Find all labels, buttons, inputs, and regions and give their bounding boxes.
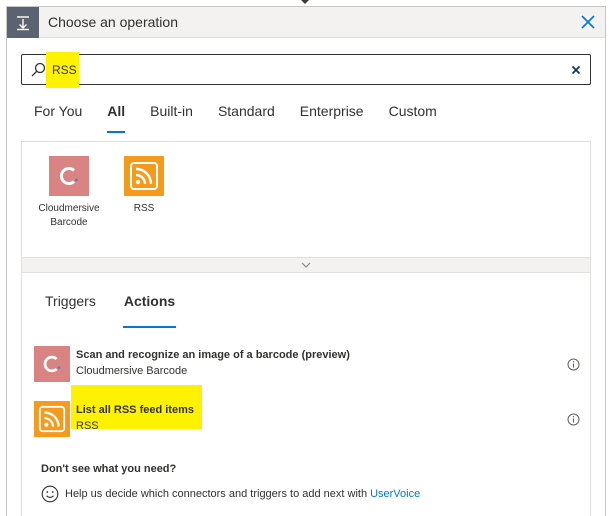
tab-custom[interactable]: Custom bbox=[389, 103, 437, 135]
help-question: Don't see what you need? bbox=[41, 463, 177, 475]
choose-operation-panel: Choose an operation For You All Built- bbox=[6, 6, 606, 516]
close-icon[interactable] bbox=[579, 13, 597, 31]
operations-area: Triggers Actions Scan and recognize an i… bbox=[21, 273, 591, 516]
connector-list: Cloudmersive Barcode RSS bbox=[21, 141, 591, 265]
connector-label: Cloudmersive Barcode bbox=[38, 203, 100, 228]
tab-actions[interactable]: Actions bbox=[122, 293, 177, 329]
rss-logo bbox=[34, 401, 70, 437]
tab-triggers[interactable]: Triggers bbox=[45, 293, 96, 329]
tab-all[interactable]: All bbox=[107, 103, 125, 135]
chevron-down-icon bbox=[301, 262, 311, 268]
search-box[interactable] bbox=[21, 52, 591, 88]
info-icon[interactable] bbox=[567, 358, 580, 371]
panel-connector-notch bbox=[300, 0, 310, 4]
action-connector: RSS bbox=[76, 420, 99, 432]
info-icon[interactable] bbox=[567, 413, 580, 426]
cloudmersive-logo bbox=[34, 346, 70, 382]
panel-title: Choose an operation bbox=[48, 14, 178, 30]
clear-icon[interactable] bbox=[570, 63, 582, 75]
smile-icon bbox=[41, 485, 59, 503]
connector-rss[interactable]: RSS bbox=[109, 156, 179, 216]
action-title: Scan and recognize an image of a barcode… bbox=[76, 349, 350, 361]
category-tabs: For You All Built-in Standard Enterprise… bbox=[34, 103, 462, 135]
help-text: Help us decide which connectors and trig… bbox=[65, 488, 368, 500]
connector-label: RSS bbox=[133, 203, 155, 214]
help-line: Help us decide which connectors and trig… bbox=[41, 485, 420, 503]
tab-standard[interactable]: Standard bbox=[218, 103, 275, 135]
tab-for-you[interactable]: For You bbox=[34, 103, 82, 135]
expand-connectors-bar[interactable] bbox=[21, 257, 591, 273]
uservoice-link[interactable]: UserVoice bbox=[370, 488, 420, 500]
rss-logo bbox=[124, 156, 164, 196]
search-icon bbox=[29, 61, 47, 79]
search-input[interactable] bbox=[52, 59, 552, 81]
action-item-list-rss-feed-items[interactable]: List all RSS feed items RSS bbox=[34, 385, 582, 441]
action-item-scan-barcode[interactable]: Scan and recognize an image of a barcode… bbox=[34, 346, 582, 386]
action-title: List all RSS feed items bbox=[76, 404, 194, 416]
tab-enterprise[interactable]: Enterprise bbox=[300, 103, 364, 135]
panel-header: Choose an operation bbox=[7, 7, 605, 38]
cloudmersive-logo bbox=[49, 156, 89, 196]
tab-built-in[interactable]: Built-in bbox=[150, 103, 193, 135]
action-connector: Cloudmersive Barcode bbox=[76, 365, 188, 377]
download-to-icon bbox=[7, 7, 39, 38]
operation-type-tabs: Triggers Actions bbox=[45, 293, 203, 329]
connector-cloudmersive-barcode[interactable]: Cloudmersive Barcode bbox=[34, 156, 104, 230]
